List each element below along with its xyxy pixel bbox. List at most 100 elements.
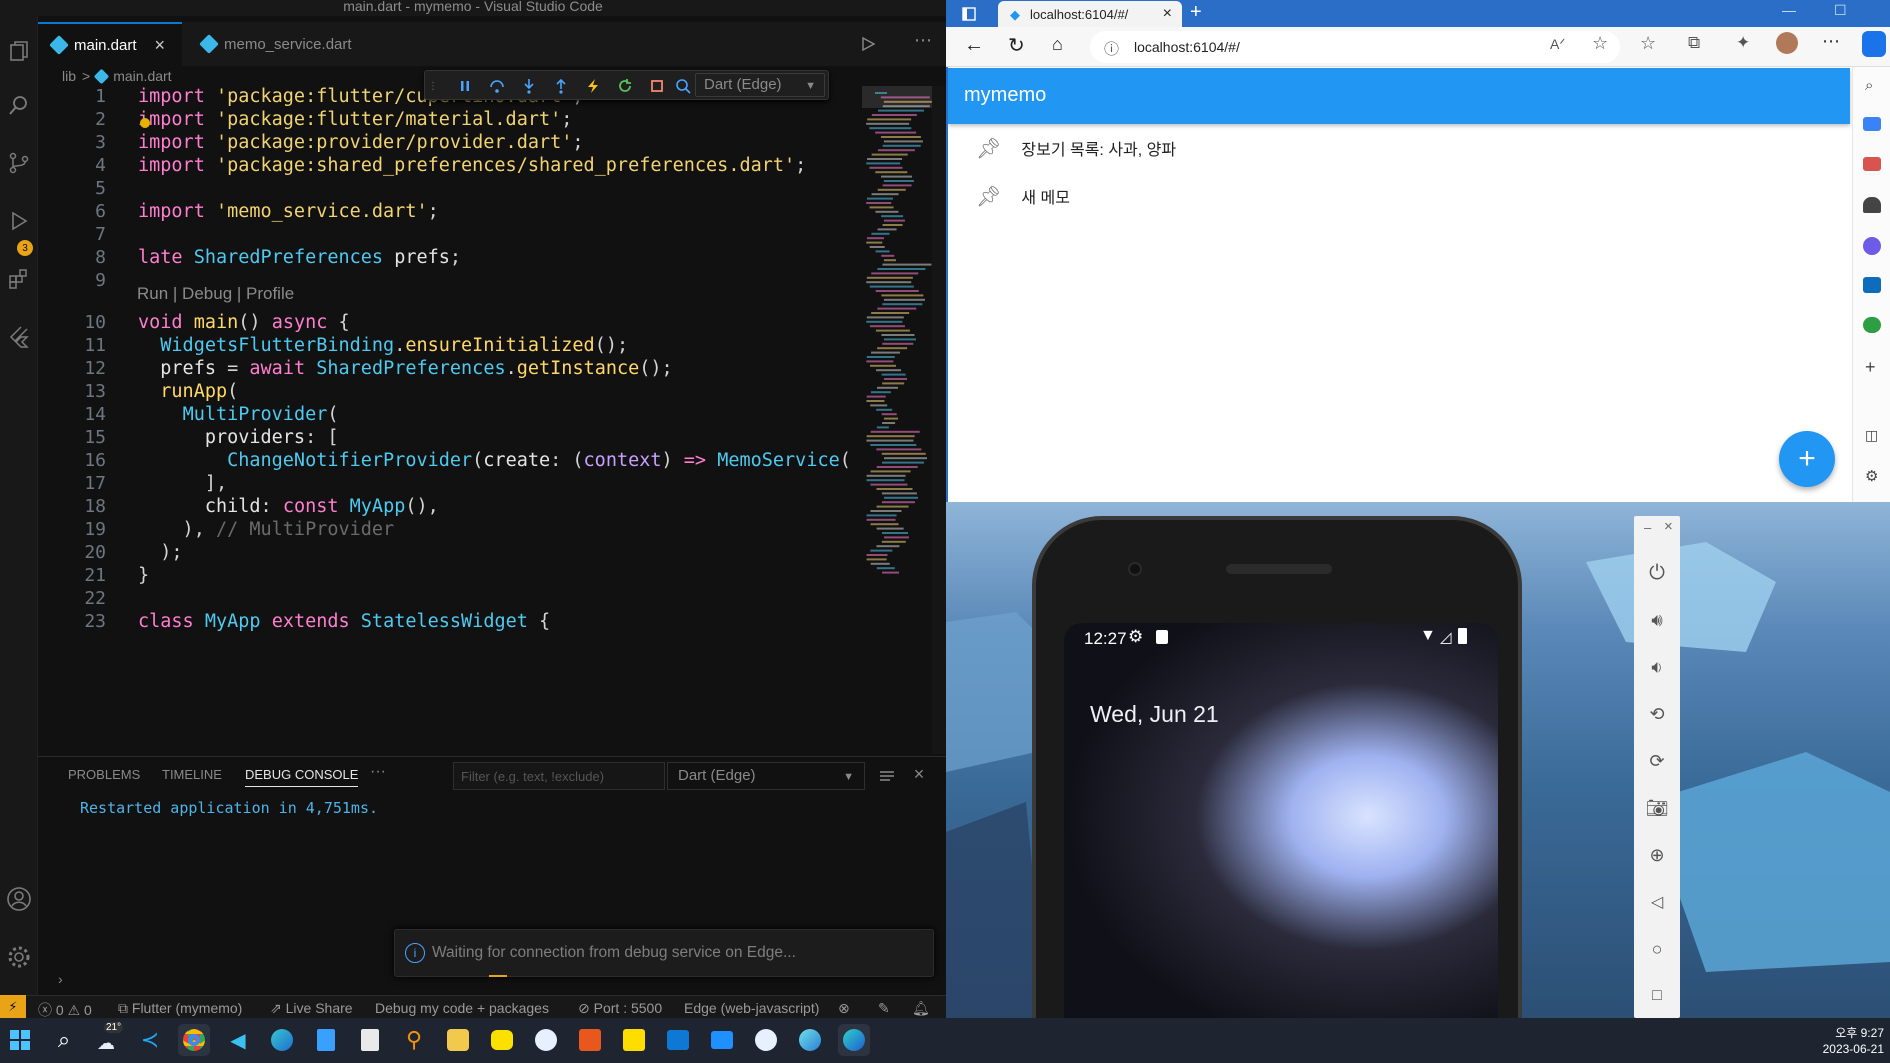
problems-status[interactable]: ⓧ 0 ⚠ 0 bbox=[38, 1000, 92, 1020]
taskbar-clock-time[interactable]: 오후 9:27 bbox=[1798, 1024, 1884, 1041]
maximize-icon[interactable]: ☐ bbox=[1834, 2, 1847, 19]
camera-icon[interactable]: 📷︎ bbox=[1642, 793, 1672, 823]
no-eye-icon[interactable]: ⊗ bbox=[838, 1000, 850, 1017]
tab-problems[interactable]: PROBLEMS bbox=[68, 767, 140, 782]
outlook-icon[interactable] bbox=[1863, 277, 1881, 293]
accounts-icon[interactable] bbox=[2, 882, 36, 916]
flutter-icon[interactable] bbox=[2, 320, 36, 354]
volume-down-icon[interactable]: 🔉︎ bbox=[1642, 652, 1672, 682]
hot-reload-icon[interactable] bbox=[581, 74, 605, 98]
read-aloud-icon[interactable]: Aᐟ bbox=[1550, 36, 1565, 53]
stop-icon[interactable] bbox=[645, 74, 669, 98]
more-actions-icon[interactable]: ⋯ bbox=[914, 30, 932, 51]
tab-main-dart[interactable]: main.dart × bbox=[38, 22, 182, 66]
restart-icon[interactable] bbox=[613, 74, 637, 98]
home-icon[interactable]: ⌂ bbox=[1052, 34, 1063, 55]
target-status[interactable]: Edge (web-javascript) bbox=[684, 1000, 819, 1016]
favorite-star-icon[interactable]: ☆ bbox=[1592, 33, 1608, 54]
rotate-right-icon[interactable]: ⟳ bbox=[1642, 746, 1672, 776]
app-bird-icon[interactable]: ◀ bbox=[222, 1024, 254, 1056]
emulator-close-icon[interactable]: × bbox=[1664, 518, 1673, 535]
profile-avatar[interactable] bbox=[1776, 32, 1798, 54]
weather-widget[interactable]: 21° ☁ bbox=[90, 1022, 124, 1056]
editor-scrollbar[interactable] bbox=[932, 86, 946, 754]
power-icon[interactable]: ⏻ bbox=[1642, 558, 1672, 588]
people-icon[interactable] bbox=[1863, 197, 1881, 213]
tab-memo-service[interactable]: memo_service.dart bbox=[188, 22, 418, 66]
outlook-app-icon[interactable] bbox=[662, 1024, 694, 1056]
vscode-app-icon[interactable]: ≺ bbox=[134, 1024, 166, 1056]
breadcrumb-folder[interactable]: lib bbox=[62, 68, 76, 84]
tree-icon[interactable] bbox=[1863, 317, 1881, 333]
pause-icon[interactable] bbox=[453, 74, 477, 98]
shopping-icon[interactable] bbox=[1863, 117, 1881, 131]
tab-actions-icon[interactable] bbox=[958, 3, 980, 25]
step-over-icon[interactable] bbox=[485, 74, 509, 98]
close-panel-icon[interactable]: × bbox=[910, 764, 928, 784]
pin-icon[interactable]: 📌︎ bbox=[976, 184, 1001, 209]
minimap[interactable] bbox=[862, 86, 932, 676]
inspect-widget-icon[interactable] bbox=[671, 74, 695, 98]
file-explorer-icon[interactable] bbox=[706, 1024, 738, 1056]
search-tool-icon[interactable]: ⚲ bbox=[398, 1024, 430, 1056]
fiddler-icon[interactable] bbox=[574, 1024, 606, 1056]
debug-config-select[interactable]: Dart (Edge) ▼ bbox=[695, 73, 825, 97]
settings-gear-icon[interactable] bbox=[2, 940, 36, 974]
address-bar[interactable]: ⓘ localhost:6104/#/ bbox=[1090, 31, 1620, 63]
memo-list-item[interactable]: 📌︎ 장보기 목록: 사과, 양파 bbox=[976, 128, 1816, 168]
add-memo-button[interactable]: + bbox=[1779, 431, 1835, 487]
drag-handle-icon[interactable]: ⋮ bbox=[428, 79, 438, 93]
compass-app-icon[interactable] bbox=[530, 1024, 562, 1056]
clear-console-icon[interactable] bbox=[878, 767, 896, 785]
emulator-minimize-icon[interactable]: – bbox=[1644, 520, 1651, 535]
tools-icon[interactable] bbox=[1863, 157, 1881, 171]
extensions-icon[interactable]: ✦ bbox=[1736, 33, 1750, 53]
rotate-left-icon[interactable]: ⟲ bbox=[1642, 699, 1672, 729]
zoom-icon[interactable]: ⊕ bbox=[1642, 840, 1672, 870]
add-icon[interactable]: + bbox=[1865, 357, 1876, 378]
run-debug-icon[interactable] bbox=[2, 204, 36, 238]
kakao-app-icon[interactable] bbox=[618, 1024, 650, 1056]
refresh-icon[interactable]: ↻ bbox=[1008, 33, 1025, 58]
feedback-icon[interactable]: ✎ bbox=[878, 1000, 890, 1017]
bell-icon[interactable]: 🔔︎ bbox=[912, 1000, 930, 1017]
pin-icon[interactable]: 📌︎ bbox=[976, 136, 1001, 161]
console-filter-input[interactable]: Filter (e.g. text, !exclude) bbox=[453, 762, 665, 790]
search-icon[interactable] bbox=[2, 88, 36, 122]
breadcrumb-file[interactable]: main.dart bbox=[113, 68, 171, 84]
maps-app-icon[interactable] bbox=[442, 1024, 474, 1056]
collections-icon[interactable]: ⧉ bbox=[1688, 33, 1700, 53]
step-out-icon[interactable] bbox=[549, 74, 573, 98]
memo-list-item[interactable]: 📌︎ 새 메모 bbox=[976, 176, 1816, 216]
kakaotalk-icon[interactable] bbox=[486, 1024, 518, 1056]
new-tab-icon[interactable]: + bbox=[1190, 1, 1202, 24]
settings-gear-icon[interactable]: ⚙ bbox=[1865, 467, 1878, 485]
site-info-icon[interactable]: ⓘ bbox=[1104, 38, 1119, 59]
notification-toast[interactable]: i Waiting for connection from debug serv… bbox=[394, 929, 934, 977]
start-button-icon[interactable] bbox=[4, 1024, 36, 1056]
overview-icon[interactable]: □ bbox=[1642, 981, 1672, 1011]
debug-mode-status[interactable]: Debug my code + packages bbox=[375, 1000, 549, 1016]
phone-screen[interactable]: 12:27 ⚙ ▼ ◿ Wed, Jun 21 bbox=[1064, 623, 1498, 1053]
source-control-icon[interactable] bbox=[2, 146, 36, 180]
tab-timeline[interactable]: TIMELINE bbox=[162, 767, 222, 782]
chevron-right-icon[interactable]: › bbox=[58, 971, 63, 987]
tab-close-button[interactable]: × bbox=[155, 35, 166, 56]
home-icon[interactable]: ○ bbox=[1642, 934, 1672, 964]
search-icon[interactable]: ⌕ bbox=[48, 1024, 80, 1056]
volume-up-icon[interactable]: 🔊︎ bbox=[1642, 605, 1672, 635]
taskbar-clock-date[interactable]: 2023-06-21 bbox=[1798, 1042, 1884, 1056]
search-icon[interactable]: ⌕ bbox=[1865, 77, 1873, 94]
close-tab-icon[interactable]: × bbox=[1163, 5, 1172, 23]
code-editor[interactable]: import 'package:flutter/cupertino.dart';… bbox=[38, 86, 858, 754]
browser-tab[interactable]: ◆ localhost:6104/#/ × bbox=[998, 1, 1182, 27]
dart-devtools-icon[interactable] bbox=[750, 1024, 782, 1056]
live-share-status[interactable]: ⇗ Live Share bbox=[270, 1000, 353, 1017]
favorites-icon[interactable]: ☆ bbox=[1640, 33, 1656, 54]
document-app-icon[interactable] bbox=[354, 1024, 386, 1056]
edge-app-icon[interactable] bbox=[266, 1024, 298, 1056]
more-menu-icon[interactable]: ⋯ bbox=[1822, 31, 1840, 52]
back-icon[interactable]: ← bbox=[964, 34, 984, 57]
minimize-icon[interactable]: — bbox=[1782, 2, 1796, 18]
console-config-select[interactable]: Dart (Edge) ▼ bbox=[667, 762, 865, 790]
